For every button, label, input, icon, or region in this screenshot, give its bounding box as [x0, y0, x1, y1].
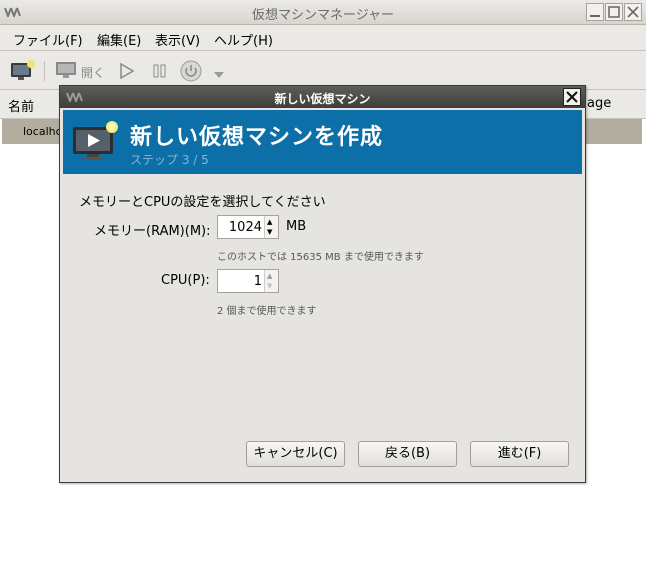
new-vm-icon[interactable] — [10, 59, 36, 84]
cpu-label: CPU(P): — [161, 273, 210, 288]
open-label[interactable]: 開く — [81, 64, 105, 81]
memory-value[interactable]: 1024 — [229, 220, 262, 235]
cpu-stepper-arrows[interactable]: ▲ ▼ — [264, 270, 278, 292]
column-usage-header[interactable]: age — [587, 96, 611, 111]
memory-stepper[interactable]: 1024 ▲ ▼ — [217, 215, 279, 239]
new-vm-monitor-icon — [72, 119, 120, 166]
power-icon[interactable] — [180, 60, 202, 85]
connection-name: localhc — [23, 125, 62, 138]
dialog-title: 新しい仮想マシン — [274, 92, 371, 106]
memory-label: メモリー(RAM)(M): — [94, 224, 211, 239]
close-button[interactable] — [624, 3, 642, 21]
dialog-close-button[interactable] — [563, 88, 581, 106]
wizard-heading: 新しい仮想マシンを作成 — [130, 125, 384, 150]
power-dropdown-chevron-down-icon[interactable] — [214, 67, 224, 81]
menu-file[interactable]: ファイル(F) — [13, 30, 83, 49]
open-console-icon[interactable] — [55, 60, 77, 83]
wizard-header-banner: 新しい仮想マシンを作成 ステップ 3 / 5 — [63, 110, 582, 174]
cpu-hint: 2 個まで使用できます — [217, 306, 317, 317]
cpu-decrement-icon[interactable]: ▼ — [267, 282, 272, 290]
dialog-title-bar[interactable]: 新しい仮想マシン — [60, 86, 585, 108]
main-title-bar[interactable]: 仮想マシンマネージャー — [0, 0, 646, 25]
menu-view[interactable]: 表示(V) — [155, 30, 200, 49]
column-name-header[interactable]: 名前 — [8, 96, 34, 115]
cpu-value[interactable]: 1 — [254, 274, 262, 289]
wizard-step-indicator: ステップ 3 / 5 — [130, 153, 209, 167]
memory-stepper-arrows[interactable]: ▲ ▼ — [264, 216, 278, 238]
forward-button[interactable]: 進む(F) — [470, 441, 569, 467]
toolbar-separator — [44, 61, 45, 81]
menu-bar: ファイル(F) 編集(E) 表示(V) ヘルプ(H) — [0, 25, 646, 50]
minimize-button[interactable] — [586, 3, 604, 21]
cpu-stepper[interactable]: 1 ▲ ▼ — [217, 269, 279, 293]
back-button[interactable]: 戻る(B) — [358, 441, 457, 467]
menu-help[interactable]: ヘルプ(H) — [214, 30, 273, 49]
memory-decrement-icon[interactable]: ▼ — [267, 228, 272, 236]
memory-increment-icon[interactable]: ▲ — [267, 218, 272, 226]
new-vm-dialog: 新しい仮想マシン 新しい仮想マシンを作成 ステップ 3 / 5 メモリーとCPU… — [59, 85, 586, 483]
section-label: メモリーとCPUの設定を選択してください — [79, 195, 326, 210]
memory-hint: このホストでは 15635 MB まで使用できます — [217, 252, 424, 263]
main-window-title: 仮想マシンマネージャー — [251, 8, 395, 23]
run-icon[interactable] — [119, 62, 135, 82]
cancel-button[interactable]: キャンセル(C) — [246, 441, 345, 467]
cpu-increment-icon[interactable]: ▲ — [267, 272, 272, 280]
maximize-button[interactable] — [605, 3, 623, 21]
memory-unit: MB — [286, 219, 307, 234]
pause-icon[interactable] — [153, 63, 167, 82]
menu-edit[interactable]: 編集(E) — [97, 30, 141, 49]
